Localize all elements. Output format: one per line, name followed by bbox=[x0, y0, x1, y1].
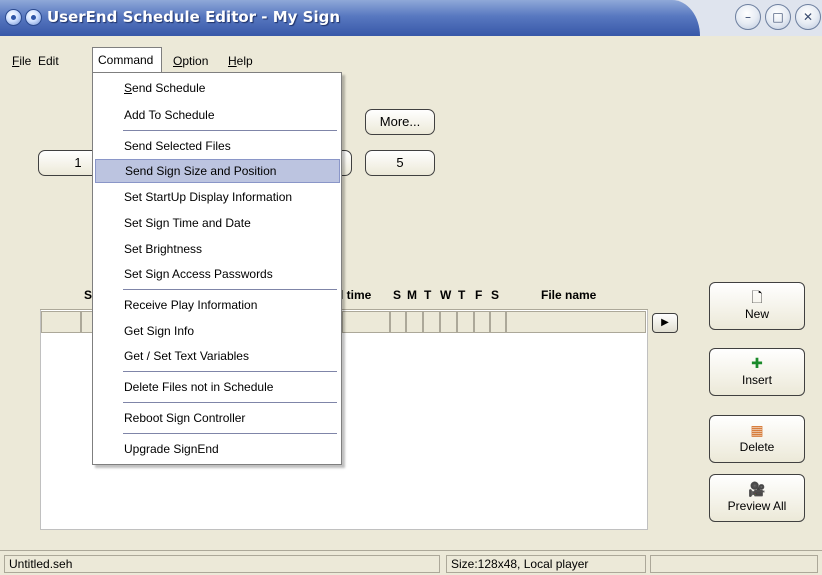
menu-item-get-sign-info[interactable]: Get Sign Info bbox=[95, 319, 340, 343]
menu-separator bbox=[123, 433, 337, 434]
status-bar: Untitled.seh Size:128x48, Local player bbox=[0, 550, 822, 575]
menu-edit[interactable]: Edit bbox=[38, 54, 59, 68]
command-menu-dropdown: Send Schedule Add To Schedule Send Selec… bbox=[92, 72, 342, 465]
scroll-right-button[interactable]: ▶ bbox=[652, 313, 678, 333]
menu-item-set-brightness[interactable]: Set Brightness bbox=[95, 237, 340, 261]
table-cell[interactable] bbox=[474, 311, 490, 333]
play-arrow-icon: ▶ bbox=[661, 317, 669, 328]
delete-button[interactable]: ▦ Delete bbox=[709, 415, 805, 463]
delete-button-label: Delete bbox=[739, 440, 775, 454]
column-header[interactable]: S bbox=[491, 288, 499, 302]
menu-separator bbox=[123, 130, 337, 131]
close-icon: ✕ bbox=[802, 10, 814, 24]
table-cell[interactable] bbox=[406, 311, 423, 333]
menu-file[interactable]: File bbox=[12, 54, 31, 68]
menu-item-set-startup-display-information[interactable]: Set StartUp Display Information bbox=[95, 185, 340, 209]
table-cell[interactable] bbox=[342, 311, 390, 333]
send-schedule-mnemonic: S bbox=[124, 81, 133, 95]
menu-separator bbox=[123, 402, 337, 403]
new-document-icon: 🗋 bbox=[751, 289, 763, 305]
close-button[interactable]: ✕ bbox=[795, 4, 821, 30]
column-header[interactable]: File name bbox=[541, 288, 596, 302]
preview-all-button[interactable]: 🎥 Preview All bbox=[709, 474, 805, 522]
insert-icon: ✚ bbox=[751, 355, 763, 371]
table-cell[interactable] bbox=[41, 311, 81, 333]
delete-icon: ▦ bbox=[750, 422, 764, 438]
menu-help-mnemonic: H bbox=[228, 54, 237, 68]
new-button-label: New bbox=[744, 307, 769, 321]
page-5-button[interactable]: 5 bbox=[365, 150, 435, 176]
preview-all-button-label: Preview All bbox=[727, 499, 787, 513]
maximize-button[interactable]: □ bbox=[765, 4, 791, 30]
menu-separator bbox=[123, 371, 337, 372]
title-bar: UserEnd Schedule Editor - My Sign – □ ✕ bbox=[0, 0, 822, 36]
column-header[interactable]: W bbox=[440, 288, 451, 302]
minimize-icon: – bbox=[745, 10, 751, 24]
menu-item-delete-files-not-in-schedule[interactable]: Delete Files not in Schedule bbox=[95, 375, 340, 399]
menu-option[interactable]: Option bbox=[173, 54, 208, 68]
column-header[interactable]: l time bbox=[340, 288, 371, 302]
menu-item-send-selected-files[interactable]: Send Selected Files bbox=[95, 134, 340, 158]
column-header[interactable]: T bbox=[458, 288, 465, 302]
menu-item-set-sign-access-passwords[interactable]: Set Sign Access Passwords bbox=[95, 262, 340, 286]
menu-separator bbox=[123, 289, 337, 290]
app-icon[interactable] bbox=[25, 9, 42, 26]
column-header[interactable]: T bbox=[424, 288, 431, 302]
send-schedule-label: end Schedule bbox=[132, 81, 206, 95]
maximize-icon: □ bbox=[772, 10, 784, 24]
menu-option-label: ption bbox=[182, 54, 209, 68]
window-menu-icon[interactable] bbox=[5, 9, 22, 26]
column-header[interactable]: F bbox=[475, 288, 482, 302]
menu-command[interactable]: Command bbox=[92, 47, 162, 72]
table-cell[interactable] bbox=[457, 311, 474, 333]
menu-item-get-set-text-variables[interactable]: Get / Set Text Variables bbox=[95, 344, 340, 368]
menu-item-reboot-sign-controller[interactable]: Reboot Sign Controller bbox=[95, 406, 340, 430]
status-pane-empty bbox=[650, 555, 818, 573]
menu-item-send-sign-size-and-position[interactable]: Send Sign Size and Position bbox=[95, 159, 340, 183]
table-cell[interactable] bbox=[506, 311, 646, 333]
minimize-button[interactable]: – bbox=[735, 4, 761, 30]
new-button[interactable]: 🗋 New bbox=[709, 282, 805, 330]
menu-help-label: elp bbox=[236, 54, 253, 68]
table-cell[interactable] bbox=[390, 311, 406, 333]
column-header[interactable]: S bbox=[84, 288, 92, 302]
more-button[interactable]: More... bbox=[365, 109, 435, 135]
menu-item-send-schedule[interactable]: Send Schedule bbox=[95, 76, 340, 100]
column-header[interactable]: S bbox=[393, 288, 401, 302]
insert-button[interactable]: ✚ Insert bbox=[709, 348, 805, 396]
status-file: Untitled.seh bbox=[4, 555, 440, 573]
column-header[interactable]: M bbox=[407, 288, 417, 302]
menu-help[interactable]: Help bbox=[228, 54, 253, 68]
preview-icon: 🎥 bbox=[748, 481, 766, 497]
menu-item-receive-play-information[interactable]: Receive Play Information bbox=[95, 293, 340, 317]
menu-item-set-sign-time-and-date[interactable]: Set Sign Time and Date bbox=[95, 211, 340, 235]
status-info: Size:128x48, Local player bbox=[446, 555, 646, 573]
table-cell[interactable] bbox=[423, 311, 440, 333]
table-cell[interactable] bbox=[440, 311, 457, 333]
menu-option-mnemonic: O bbox=[173, 54, 183, 68]
menu-item-upgrade-signend[interactable]: Upgrade SignEnd bbox=[95, 437, 340, 461]
insert-button-label: Insert bbox=[741, 373, 772, 387]
window-title: UserEnd Schedule Editor - My Sign bbox=[47, 8, 341, 26]
table-cell[interactable] bbox=[490, 311, 506, 333]
menu-file-label: ile bbox=[19, 54, 32, 68]
menu-item-add-to-schedule[interactable]: Add To Schedule bbox=[95, 103, 340, 127]
